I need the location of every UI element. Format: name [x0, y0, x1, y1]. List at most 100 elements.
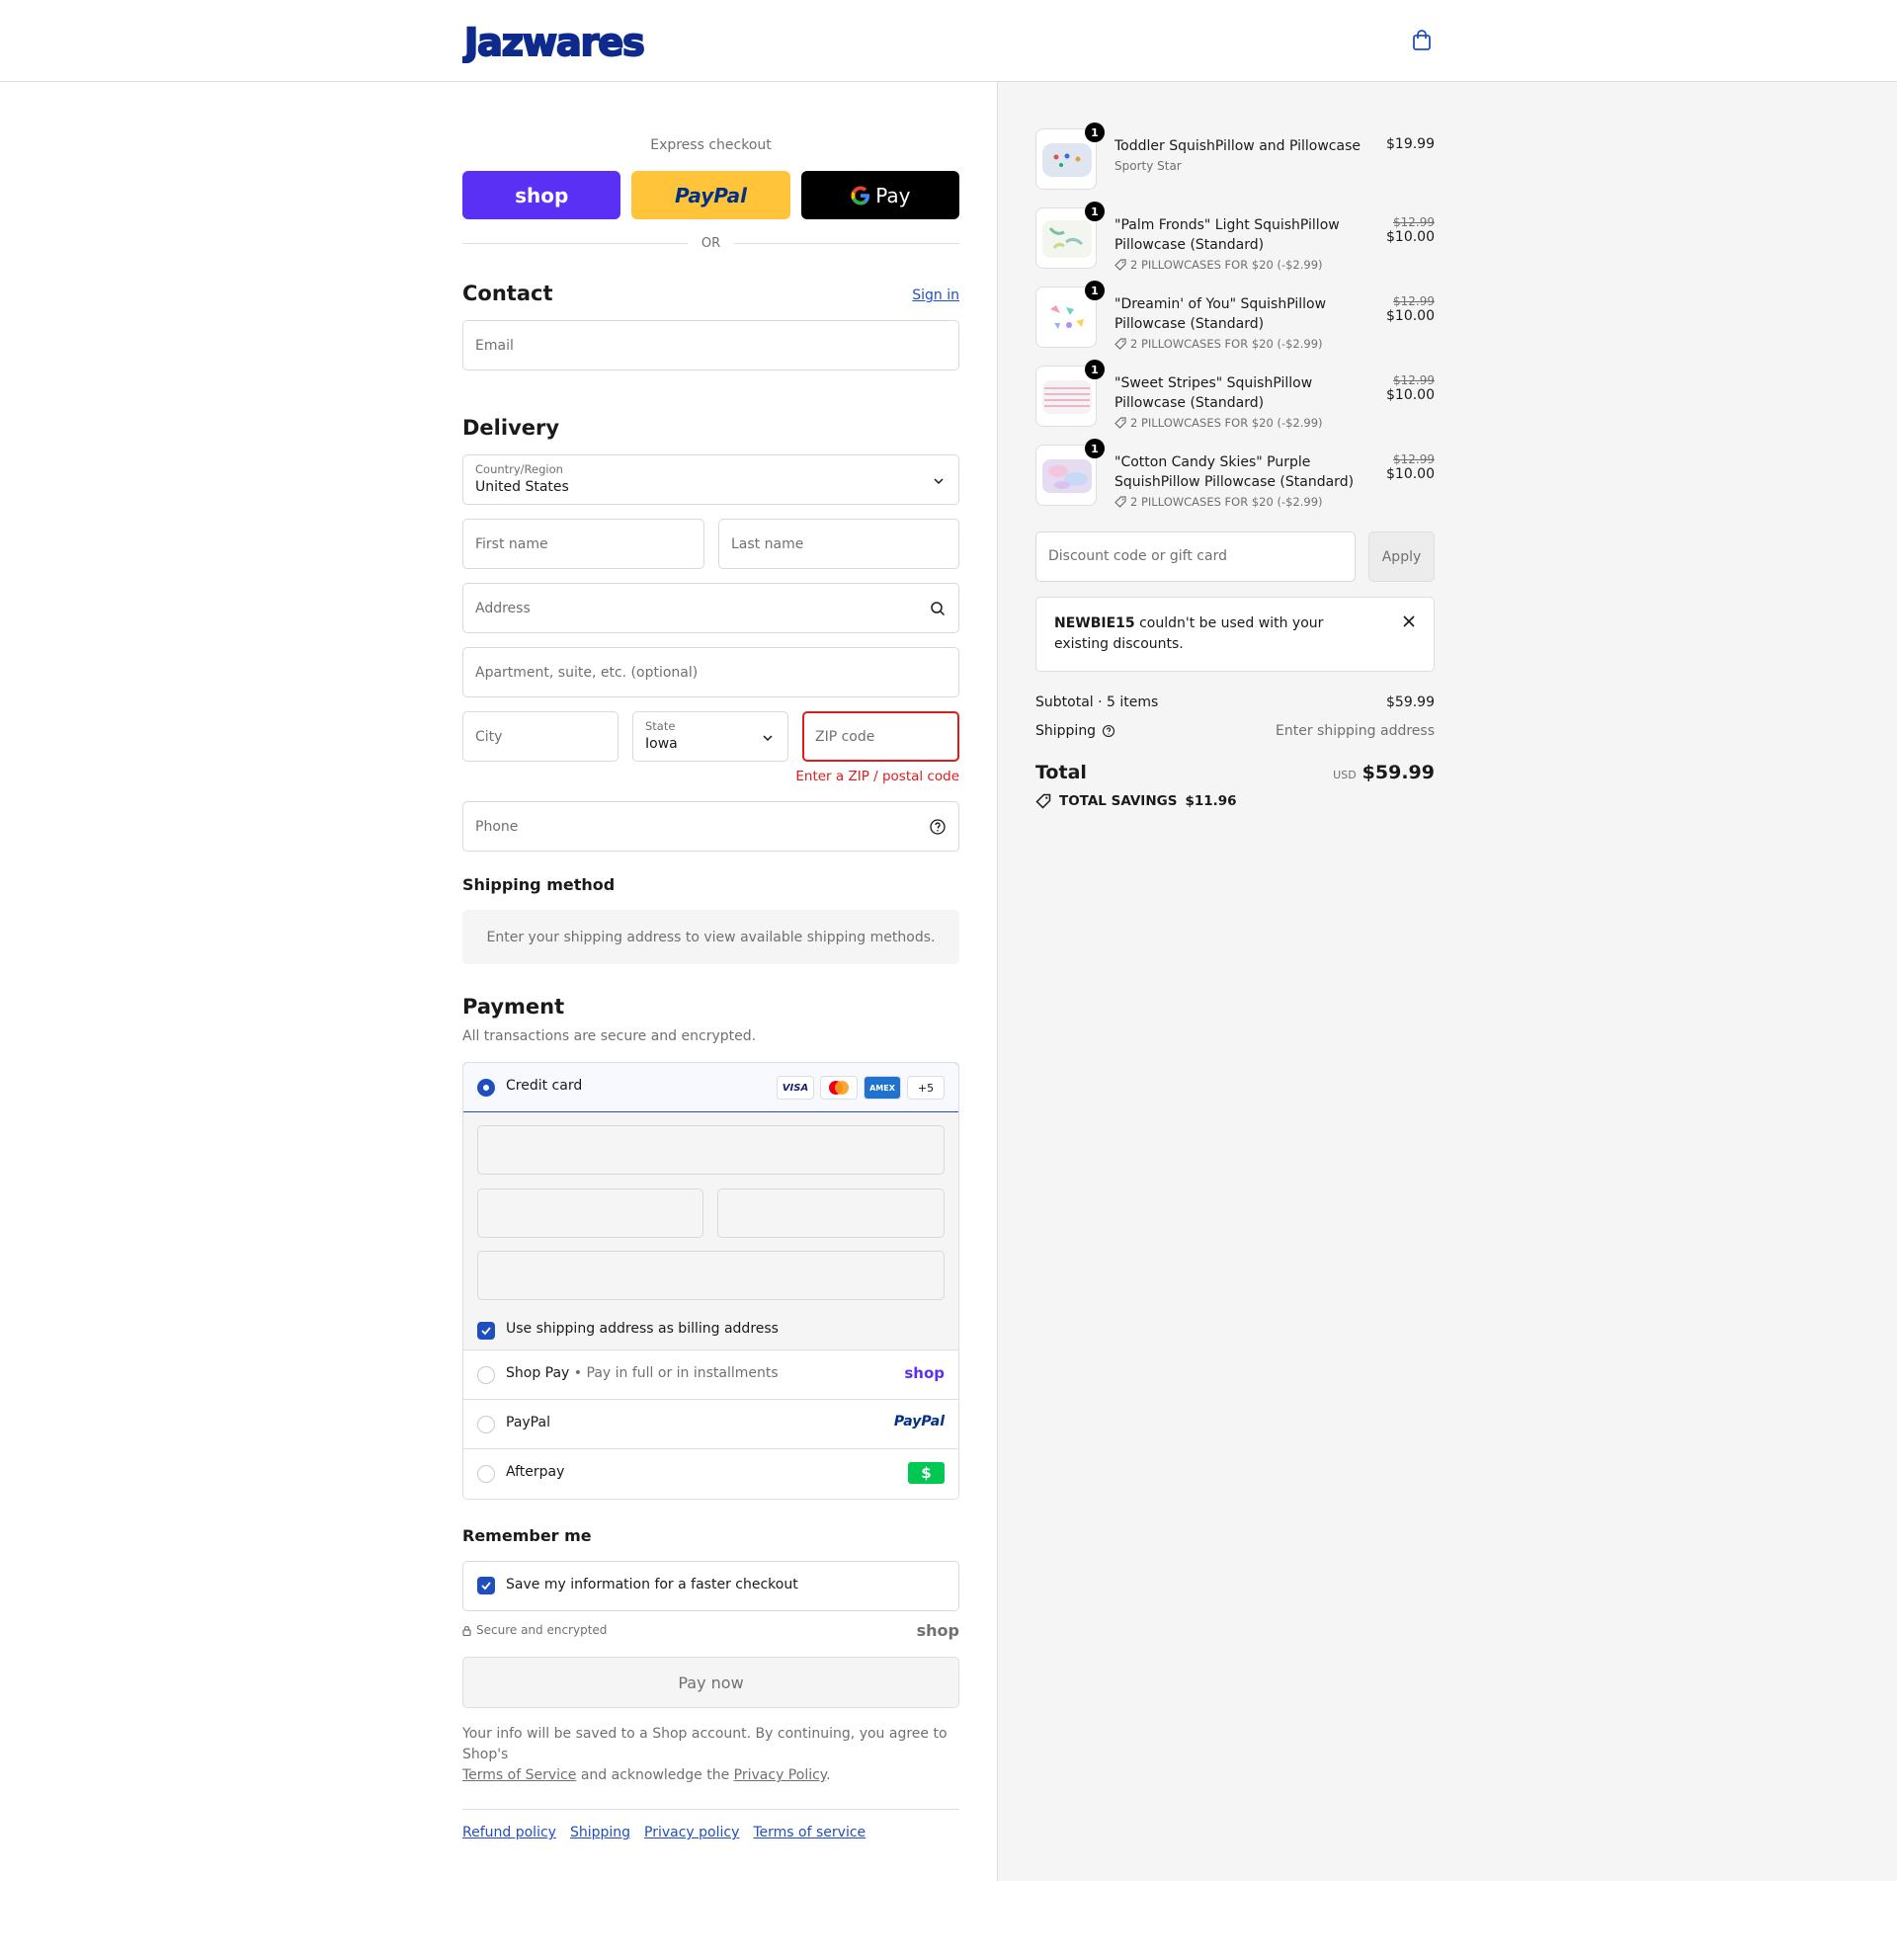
google-g-icon — [851, 186, 870, 204]
tag-icon — [1114, 259, 1126, 271]
card-expiry-field[interactable] — [477, 1188, 703, 1238]
shop-pay-express-button[interactable]: shop — [462, 171, 621, 219]
delivery-heading: Delivery — [462, 416, 560, 440]
help-circle-icon[interactable] — [929, 818, 947, 836]
credit-card-option[interactable]: Credit card VISA AMEX +5 — [463, 1063, 958, 1112]
visa-icon: VISA — [777, 1076, 814, 1100]
email-field[interactable]: Email — [462, 320, 959, 370]
tag-icon — [1035, 793, 1051, 809]
checkmark-icon — [481, 1327, 491, 1336]
first-name-field[interactable]: First name — [462, 519, 704, 569]
last-name-field[interactable]: Last name — [718, 519, 959, 569]
paypal-logo: PayPal — [674, 183, 747, 207]
item-name: "Dreamin' of You" SquishPillow Pillowcas… — [1114, 296, 1327, 332]
subtotal-row: Subtotal · 5 items $59.99 — [1035, 694, 1435, 710]
paypal-radio[interactable] — [477, 1416, 495, 1433]
tag-icon — [1114, 496, 1126, 508]
item-discount: 2 PILLOWCASES FOR $20 (-$2.99) — [1114, 413, 1371, 433]
state-select[interactable]: State Iowa — [632, 711, 788, 762]
item-price: $12.99 $10.00 — [1386, 215, 1435, 245]
close-icon[interactable] — [1402, 614, 1416, 628]
shopping-bag-icon[interactable] — [1411, 30, 1433, 51]
sign-in-link[interactable]: Sign in — [912, 287, 959, 303]
privacy-policy-link[interactable]: Privacy policy — [644, 1825, 739, 1840]
search-icon — [931, 602, 946, 616]
footer-divider — [462, 1809, 959, 1810]
terms-of-service-link[interactable]: Terms of service — [753, 1825, 866, 1840]
phone-field[interactable]: Phone — [462, 801, 959, 852]
paypal-logo: PayPal — [893, 1414, 945, 1429]
shop-logo: shop — [904, 1364, 945, 1382]
quantity-badge: 1 — [1085, 202, 1105, 221]
help-circle-icon[interactable] — [1102, 724, 1115, 738]
apartment-field[interactable]: Apartment, suite, etc. (optional) — [462, 647, 959, 697]
save-info-option[interactable]: Save my information for a faster checkou… — [462, 1561, 959, 1611]
svg-text:Jazwares: Jazwares — [462, 21, 644, 63]
item-original-price: $12.99 — [1393, 452, 1435, 466]
item-original-price: $12.99 — [1393, 373, 1435, 387]
item-original-price: $12.99 — [1393, 294, 1435, 308]
item-price: $19.99 — [1386, 136, 1435, 152]
address-field[interactable]: Address — [462, 583, 959, 633]
afterpay-radio[interactable] — [477, 1465, 495, 1483]
shop-terms-link[interactable]: Terms of Service — [462, 1767, 576, 1783]
billing-same-checkbox[interactable] — [477, 1322, 495, 1340]
refund-policy-link[interactable]: Refund policy — [462, 1825, 556, 1840]
cart-item: 1 "Palm Fronds" Light SquishPillow Pillo… — [1035, 202, 1435, 272]
shop-pay-option[interactable]: Shop Pay • Pay in full or in installment… — [463, 1350, 958, 1400]
jazwares-logo[interactable]: Jazwares — [462, 18, 670, 63]
cart-item: 1 "Sweet Stripes" SquishPillow Pillowcas… — [1035, 360, 1435, 430]
shop-pay-radio[interactable] — [477, 1366, 495, 1384]
zip-code-field[interactable]: ZIP code — [802, 711, 959, 762]
paypal-express-button[interactable]: PayPal — [631, 171, 790, 219]
card-name-field[interactable] — [477, 1251, 945, 1300]
mastercard-icon — [820, 1076, 858, 1100]
google-pay-express-button[interactable]: Pay — [800, 171, 959, 219]
zip-error-message: Enter a ZIP / postal code — [795, 769, 959, 784]
total-savings-label: TOTAL SAVINGS — [1059, 793, 1178, 809]
save-info-checkbox[interactable] — [477, 1577, 495, 1594]
quantity-badge: 1 — [1085, 360, 1105, 379]
item-price: $12.99 $10.00 — [1386, 294, 1435, 324]
footer-links: Refund policy Shipping Privacy policy Te… — [462, 1825, 866, 1840]
quantity-badge: 1 — [1085, 439, 1105, 458]
card-cvv-field[interactable] — [717, 1188, 945, 1238]
credit-card-radio[interactable] — [477, 1079, 495, 1097]
shipping-link[interactable]: Shipping — [570, 1825, 630, 1840]
discount-code-input[interactable]: Discount code or gift card — [1035, 531, 1356, 582]
subtotal-label: Subtotal · 5 items — [1035, 694, 1159, 710]
chevron-down-icon — [763, 735, 773, 742]
cart-item: 1 Toddler SquishPillow and Pillowcase Sp… — [1035, 122, 1435, 190]
total-savings-value: $11.96 — [1185, 793, 1237, 809]
total-label: Total — [1035, 762, 1087, 783]
discount-code: NEWBIE15 — [1054, 615, 1135, 631]
cart-item: 1 "Cotton Candy Skies" Purple SquishPill… — [1035, 439, 1435, 509]
discount-error-notice: NEWBIE15 couldn't be used with your exis… — [1035, 597, 1435, 672]
afterpay-option[interactable]: Afterpay $ — [463, 1449, 958, 1499]
country-select[interactable]: Country/Region United States — [462, 454, 959, 505]
remember-me-heading: Remember me — [462, 1526, 592, 1545]
subtotal-value: $59.99 — [1386, 694, 1435, 710]
shipping-row: Shipping Enter shipping address — [1035, 723, 1435, 739]
chevron-down-icon — [934, 478, 944, 485]
shop-privacy-link[interactable]: Privacy Policy — [734, 1767, 826, 1783]
payment-heading: Payment — [462, 995, 565, 1019]
item-discount: 2 PILLOWCASES FOR $20 (-$2.99) — [1114, 492, 1371, 512]
lock-icon — [462, 1625, 471, 1636]
item-name: Toddler SquishPillow and Pillowcase — [1114, 138, 1361, 154]
city-field[interactable]: City — [462, 711, 619, 762]
shipping-method-heading: Shipping method — [462, 875, 616, 894]
item-variant: Sporty Star — [1114, 159, 1182, 173]
more-cards-badge: +5 — [907, 1076, 945, 1100]
card-logos: VISA AMEX +5 — [777, 1076, 945, 1100]
card-number-field[interactable] — [477, 1125, 945, 1175]
afterpay-logo-icon: $ — [908, 1462, 945, 1484]
currency-label: USD — [1333, 769, 1357, 781]
quantity-badge: 1 — [1085, 122, 1105, 142]
payment-methods: Credit card VISA AMEX +5 Use shipping ad… — [462, 1062, 959, 1500]
card-details-area: Use shipping address as billing address — [463, 1112, 958, 1350]
pay-now-button[interactable]: Pay now — [462, 1657, 959, 1708]
apply-discount-button[interactable]: Apply — [1368, 531, 1435, 582]
paypal-option[interactable]: PayPal PayPal — [463, 1400, 958, 1449]
shipping-label: Shipping — [1035, 723, 1097, 739]
